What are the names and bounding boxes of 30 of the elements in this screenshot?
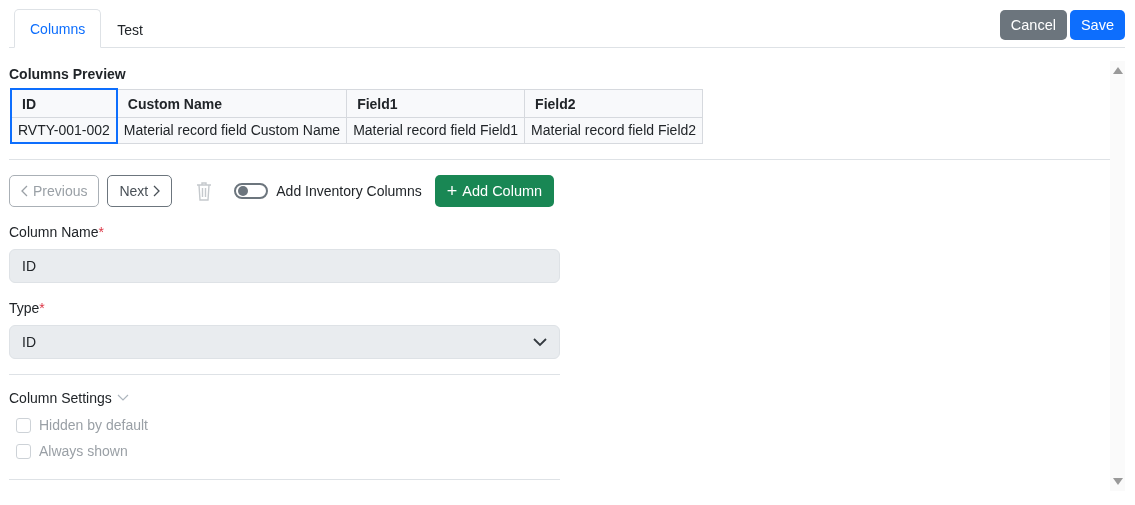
column-header[interactable]: ID bbox=[11, 89, 117, 118]
field-label: Type bbox=[9, 300, 40, 316]
table-cell: Material record field Field2 bbox=[524, 117, 703, 143]
column-header[interactable]: Custom Name bbox=[116, 89, 347, 118]
input-field[interactable]: ID bbox=[9, 249, 560, 283]
next-button[interactable]: Next bbox=[107, 175, 173, 207]
caret-icon bbox=[533, 337, 547, 347]
select-field[interactable]: ID bbox=[9, 325, 560, 359]
checkbox-label: Hidden by default bbox=[39, 417, 148, 433]
required-mark: * bbox=[39, 300, 45, 316]
section-toggle[interactable]: Column Settings bbox=[9, 390, 112, 406]
scrollbar[interactable] bbox=[1110, 61, 1125, 491]
tab[interactable]: Columns bbox=[14, 9, 102, 48]
add-column-button[interactable]: + Add Column bbox=[434, 175, 555, 207]
toggle-switch[interactable] bbox=[234, 183, 269, 199]
cancel-button[interactable]: Cancel bbox=[999, 10, 1067, 40]
tab[interactable]: Test bbox=[101, 9, 159, 48]
table-cell: Material record field Field1 bbox=[346, 117, 525, 143]
table-cell: RVTY-001-002 bbox=[11, 117, 117, 143]
field-label: Column Name bbox=[9, 224, 99, 240]
checkbox-label: Always shown bbox=[39, 443, 128, 459]
save-button[interactable]: Save bbox=[1069, 10, 1125, 40]
toggle-label: Add Inventory Columns bbox=[276, 183, 422, 199]
required-mark: * bbox=[98, 224, 104, 240]
column-header[interactable]: Field1 bbox=[346, 89, 525, 118]
chevron-right-icon bbox=[153, 185, 161, 197]
chevron-left-icon bbox=[21, 185, 28, 197]
table-cell: Material record field Custom Name bbox=[116, 117, 347, 143]
section-title: Columns Preview bbox=[9, 66, 127, 82]
column-header[interactable]: Field2 bbox=[524, 89, 703, 118]
